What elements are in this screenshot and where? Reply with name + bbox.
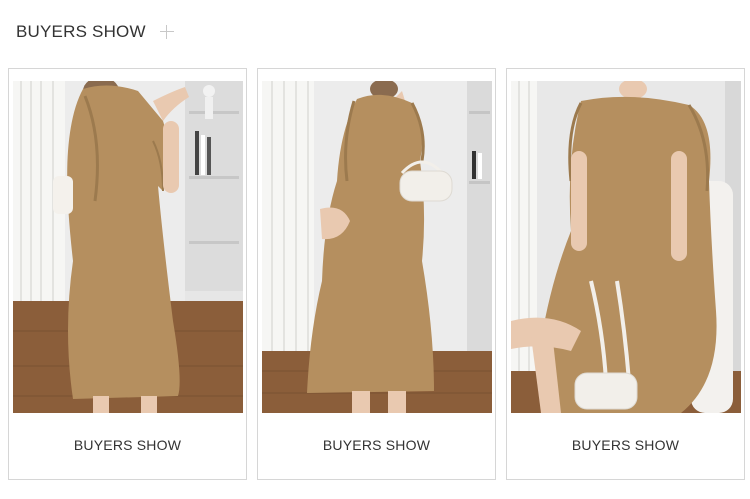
photo-woman-side-view bbox=[262, 81, 492, 413]
section-header: BUYERS SHOW bbox=[16, 20, 174, 44]
card-caption: BUYERS SHOW bbox=[322, 437, 431, 453]
photo-woman-seated bbox=[511, 81, 741, 413]
plus-icon[interactable] bbox=[159, 25, 174, 39]
section-title: BUYERS SHOW bbox=[16, 22, 146, 41]
product-photo-2[interactable] bbox=[262, 81, 492, 413]
product-photo-3[interactable] bbox=[511, 81, 741, 413]
photo-woman-back-view bbox=[13, 81, 243, 413]
card-caption: BUYERS SHOW bbox=[571, 437, 680, 453]
buyer-show-card-2[interactable]: BUYERS SHOW bbox=[257, 68, 496, 480]
buyer-show-card-1[interactable]: BUYERS SHOW bbox=[8, 68, 247, 480]
buyer-show-card-3[interactable]: BUYERS SHOW bbox=[506, 68, 745, 480]
product-photo-1[interactable] bbox=[13, 81, 243, 413]
card-caption: BUYERS SHOW bbox=[73, 437, 182, 453]
